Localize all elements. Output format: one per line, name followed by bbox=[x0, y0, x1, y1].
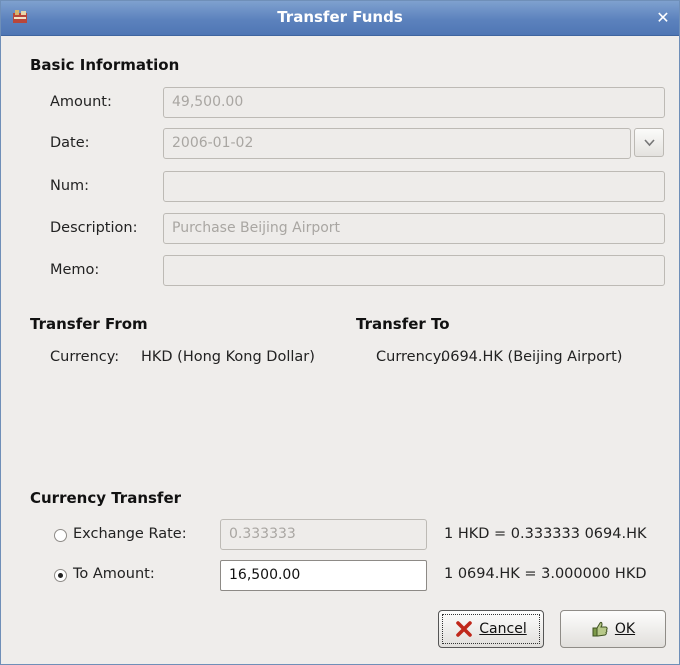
memo-label: Memo: bbox=[50, 262, 100, 278]
transfer-funds-dialog: Transfer Funds ✕ Basic Information Amoun… bbox=[0, 0, 680, 665]
transfer-to-heading: Transfer To bbox=[356, 315, 450, 333]
to-currency-label: Currency: bbox=[376, 349, 446, 365]
memo-field[interactable] bbox=[163, 255, 665, 286]
title-bar[interactable]: Transfer Funds ✕ bbox=[1, 1, 679, 36]
from-currency-label: Currency: bbox=[50, 349, 120, 365]
to-amount-info: 1 0694.HK = 3.000000 HKD bbox=[444, 566, 647, 582]
to-currency-value: 0694.HK (Beijing Airport) bbox=[441, 349, 623, 365]
date-label: Date: bbox=[50, 135, 90, 151]
from-currency-value: HKD (Hong Kong Dollar) bbox=[141, 349, 315, 365]
exchange-rate-radio[interactable] bbox=[54, 529, 67, 542]
to-amount-radio[interactable] bbox=[54, 569, 67, 582]
close-icon[interactable]: ✕ bbox=[653, 8, 673, 28]
date-field[interactable]: 2006-01-02 bbox=[163, 128, 631, 159]
description-label: Description: bbox=[50, 220, 138, 236]
exchange-rate-info: 1 HKD = 0.333333 0694.HK bbox=[444, 526, 647, 542]
window-title: Transfer Funds bbox=[277, 8, 403, 26]
cancel-label: Cancel bbox=[479, 621, 527, 637]
amount-label: Amount: bbox=[50, 94, 112, 110]
cancel-button[interactable]: Cancel bbox=[438, 610, 544, 648]
date-dropdown-button[interactable] bbox=[634, 128, 664, 157]
description-field[interactable]: Purchase Beijing Airport bbox=[163, 213, 665, 244]
cross-icon bbox=[456, 621, 473, 637]
num-label: Num: bbox=[50, 178, 90, 194]
ok-button[interactable]: OK bbox=[560, 610, 666, 648]
thumb-icon bbox=[592, 621, 608, 637]
exchange-rate-label[interactable]: Exchange Rate: bbox=[73, 526, 187, 542]
ok-label: OK bbox=[614, 621, 636, 637]
transfer-from-heading: Transfer From bbox=[30, 315, 148, 333]
chevron-down-icon bbox=[644, 139, 655, 147]
currency-transfer-heading: Currency Transfer bbox=[30, 489, 182, 507]
exchange-rate-field[interactable]: 0.333333 bbox=[220, 519, 427, 550]
basic-information-heading: Basic Information bbox=[30, 56, 180, 74]
amount-field[interactable]: 49,500.00 bbox=[163, 87, 665, 118]
to-amount-label[interactable]: To Amount: bbox=[73, 566, 155, 582]
to-amount-field[interactable]: 16,500.00 bbox=[220, 560, 427, 591]
num-field[interactable] bbox=[163, 171, 665, 202]
